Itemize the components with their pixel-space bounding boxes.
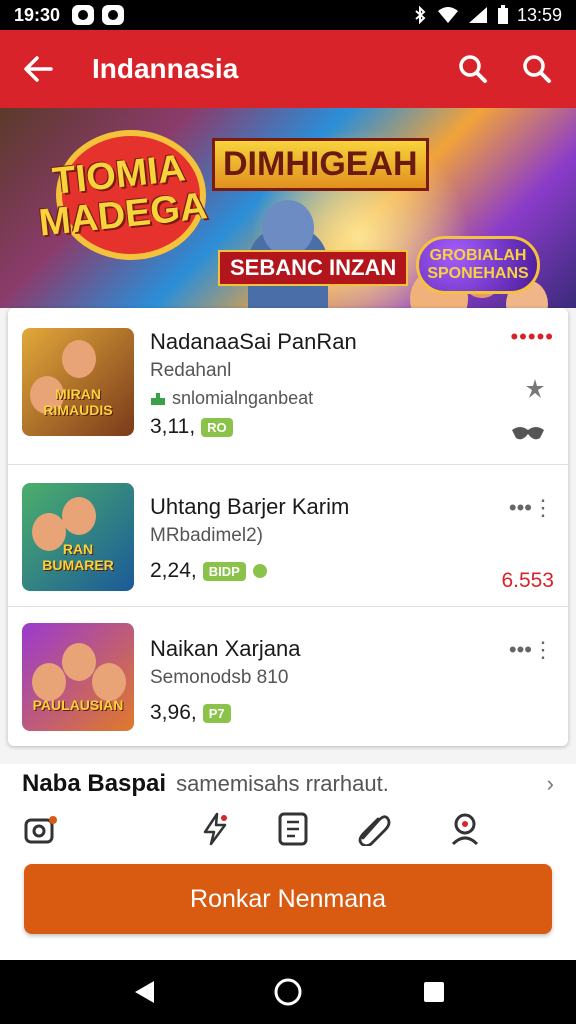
app-extra: snlomialnganbeat	[150, 388, 490, 409]
app-name: Naikan Xarjana	[150, 636, 301, 661]
search-button-secondary[interactable]	[516, 48, 558, 90]
thumbnail-face	[62, 643, 96, 681]
paperclip-icon	[358, 815, 391, 846]
rating-pill: P7	[202, 703, 231, 723]
more-options-button[interactable]: •••⋮	[509, 637, 554, 663]
bluetooth-icon	[415, 6, 426, 24]
app-rating: 3,96, P7	[150, 701, 490, 725]
app-info: Uhtang Barjer Karim MRbadimel2) 2,24, BI…	[150, 493, 490, 583]
section-header[interactable]: Naba Baspai samemisahs rrarhaut. ›	[0, 764, 576, 804]
banner-character-head	[262, 200, 314, 256]
list-item[interactable]: PAULAUSIAN Naikan Xarjana Semonodsb 810 …	[8, 606, 568, 748]
notification-icon	[72, 5, 95, 25]
chevron-right-icon[interactable]: ›	[547, 771, 554, 797]
signal-icon	[468, 7, 487, 23]
app-name: Uhtang Barjer Karim	[150, 494, 350, 519]
app-screen: 19:30 13:59 Indannasia TIOMIA MADEGA DIM…	[0, 0, 576, 1024]
app-price: 6.553	[501, 569, 554, 592]
system-navigation-bar	[0, 960, 576, 1024]
rating-pill: BIDP	[202, 561, 246, 581]
list-item[interactable]: MIRAN RIMAUDIS NadanaaSai PanRan Redahan…	[8, 308, 568, 450]
battery-icon	[497, 5, 508, 24]
back-button[interactable]	[18, 49, 58, 89]
nav-back-button[interactable]	[128, 976, 160, 1008]
nav-home-button[interactable]	[272, 976, 304, 1008]
square-recents-icon	[424, 982, 444, 1002]
tab-document[interactable]	[274, 810, 312, 848]
section-title: Naba Baspai	[22, 770, 167, 797]
tab-profile[interactable]	[446, 810, 484, 848]
banner-logo-text: TIOMIA MADEGA	[36, 147, 210, 245]
circle-home-icon	[274, 978, 302, 1006]
cta-area: Ronkar Nenmana	[0, 852, 576, 960]
document-icon	[278, 812, 308, 846]
status-time-right: 13:59	[516, 4, 562, 25]
app-bar: Indannasia	[0, 30, 576, 108]
list-item[interactable]: RAN BUMARER Uhtang Barjer Karim MRbadime…	[8, 464, 568, 606]
search-icon	[459, 55, 487, 83]
thumbnail-label: PAULAUSIAN	[32, 697, 124, 713]
lightning-icon	[203, 812, 227, 846]
rating-value: 3,11,	[150, 415, 196, 438]
tab-home[interactable]	[22, 810, 60, 848]
thumbnail-label: MIRAN RIMAUDIS	[43, 386, 113, 418]
like-icon[interactable]	[510, 422, 550, 442]
tab-flash[interactable]	[196, 810, 234, 848]
download-icon	[151, 392, 165, 405]
app-rating: 2,24, BIDP	[150, 559, 490, 583]
app-extra-text: snlomialnganbeat	[172, 388, 314, 408]
app-developer: Redahanl	[150, 360, 232, 381]
page-title: Indannasia	[92, 53, 239, 84]
section-subtitle: samemisahs rrarhaut.	[176, 771, 389, 796]
verified-icon	[252, 564, 267, 578]
app-info: Naikan Xarjana Semonodsb 810 3,96, P7	[150, 635, 490, 725]
thumbnail-face	[32, 663, 66, 701]
tab-attachments[interactable]	[354, 810, 392, 848]
pin-icon[interactable]	[524, 378, 546, 400]
app-bar-actions	[452, 48, 558, 90]
more-options-button[interactable]: •••••	[510, 324, 554, 350]
search-button[interactable]	[452, 48, 494, 90]
thumbnail-label: RAN BUMARER	[42, 541, 114, 573]
app-list: MIRAN RIMAUDIS NadanaaSai PanRan Redahan…	[8, 308, 568, 746]
rating-value: 3,96,	[150, 701, 197, 724]
wifi-icon	[437, 7, 458, 23]
app-thumbnail: MIRAN RIMAUDIS	[22, 328, 134, 436]
rating-value: 2,24,	[150, 559, 197, 582]
app-rating: 3,11, RO	[150, 415, 490, 439]
triangle-back-icon	[135, 981, 154, 1003]
banner-title: DIMHIGEAH	[212, 138, 429, 191]
banner-subtitle: SEBANC INZAN	[218, 250, 409, 286]
app-info: NadanaaSai PanRan Redahanl snlomialnganb…	[150, 328, 490, 439]
status-right: 13:59	[411, 5, 562, 26]
primary-action-button[interactable]: Ronkar Nenmana	[24, 864, 552, 934]
app-thumbnail: PAULAUSIAN	[22, 623, 134, 731]
search-icon	[523, 55, 551, 83]
rating-pill: RO	[201, 417, 233, 437]
bottom-tabs	[0, 804, 576, 852]
nav-recents-button[interactable]	[418, 976, 450, 1008]
profile-icon	[451, 813, 479, 846]
notification-icons	[72, 5, 125, 25]
app-developer: Semonodsb 810	[150, 667, 289, 688]
app-developer: MRbadimel2)	[150, 525, 263, 546]
app-name: NadanaaSai PanRan	[150, 329, 357, 354]
camera-icon	[24, 816, 57, 844]
more-options-button[interactable]: •••⋮	[509, 495, 554, 521]
status-time: 19:30	[14, 4, 61, 25]
status-bar: 19:30 13:59	[0, 0, 576, 30]
thumbnail-face	[92, 663, 126, 701]
notification-icon	[102, 5, 125, 25]
banner-badge: GROBIALAH SPONEHANS	[416, 236, 540, 294]
banner-logo: TIOMIA MADEGA	[16, 130, 226, 260]
thumbnail-face	[62, 497, 96, 535]
back-arrow-icon	[24, 56, 53, 82]
app-thumbnail: RAN BUMARER	[22, 483, 134, 591]
thumbnail-face	[62, 340, 96, 378]
